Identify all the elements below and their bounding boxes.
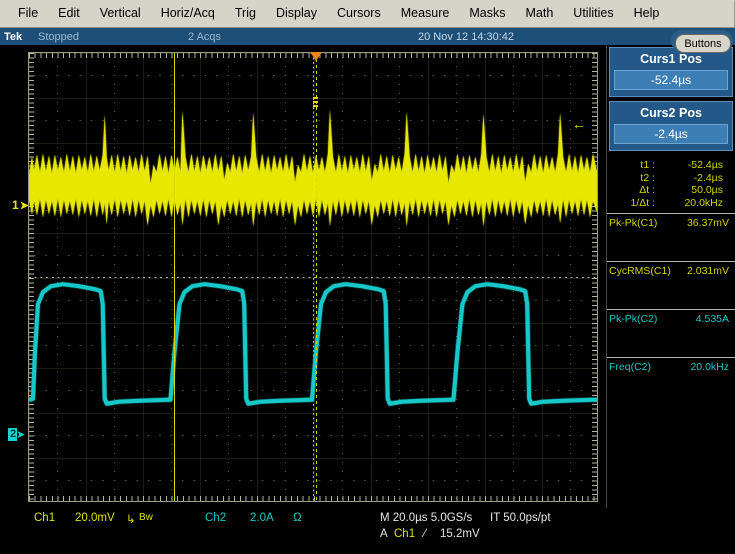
menu-item-file[interactable]: File (8, 0, 48, 27)
readout-row-t1: t1 : -52.4µs (609, 159, 729, 172)
measurement-cycrms-c1[interactable]: CycRMS(C1) 2.031mV (607, 261, 735, 309)
waveform-traces (29, 109, 597, 406)
trigger-position-marker-icon[interactable] (310, 52, 322, 61)
side-menu: Curs1 Pos -52.4µs Curs2 Pos -2.4µs t1 : … (606, 45, 735, 508)
measurement-value-cycrms-c1: 2.031mV (686, 265, 729, 277)
ch2-trace (29, 282, 597, 406)
menu-item-cursors[interactable]: Cursors (327, 0, 391, 27)
ch1-marker-number: 1 (12, 198, 19, 212)
trigger-source-label[interactable]: Ch1 (394, 528, 415, 540)
measurement-label-freq-c2: Freq(C2) (609, 361, 652, 373)
ch2-position-marker[interactable]: 2 ➤ (8, 428, 25, 441)
readout-value-t1: -52.4µs (687, 159, 723, 171)
menu-item-display[interactable]: Display (266, 0, 327, 27)
acq-count-label: 2 Acqs (188, 30, 222, 43)
cursor-readout-block: t1 : -52.4µs t2 : -2.4µs Δt : 50.0µs 1/Δ… (607, 157, 735, 213)
menu-bar: File Edit Vertical Horiz/Acq Trig Displa… (0, 0, 735, 28)
measurement-label-pk-pk-c1: Pk-Pk(C1) (609, 217, 658, 229)
curs1-pos-title: Curs1 Pos (640, 52, 702, 66)
readout-value-inv-delta-t: 20.0kHz (684, 196, 723, 209)
bottom-row-trigger: A Ch1 ⁄ 15.2mV (0, 528, 735, 543)
cursor-1-line[interactable] (174, 53, 175, 501)
measurement-freq-c2[interactable]: Freq(C2) 20.0kHz (607, 357, 735, 405)
readout-row-inv-delta-t: 1/Δt : 20.0kHz (609, 197, 729, 210)
measurement-pk-pk-c1[interactable]: Pk-Pk(C1) 36.37mV (607, 213, 735, 261)
measurement-value-pk-pk-c2: 4.535A (695, 313, 729, 325)
waveform-display[interactable]: 1➤ 2 ➤ ← (0, 45, 606, 508)
measurement-label-cycrms-c1: CycRMS(C1) (609, 265, 671, 277)
ch2-label[interactable]: Ch2 (205, 512, 226, 524)
menu-item-edit[interactable]: Edit (48, 0, 90, 27)
ch1-bandwidth-label[interactable]: Bw (139, 512, 153, 523)
trigger-tick-icon (313, 97, 318, 108)
ch1-label[interactable]: Ch1 (34, 512, 55, 524)
trigger-a-label: A (380, 528, 388, 540)
readout-label-t2: t2 : (640, 171, 655, 184)
menu-item-masks[interactable]: Masks (459, 0, 515, 27)
menu-item-vertical[interactable]: Vertical (90, 0, 151, 27)
horizontal-main-settings[interactable]: M 20.0µs 5.0GS/s (380, 512, 472, 524)
interpolation-rate[interactable]: IT 50.0ps/pt (490, 512, 551, 524)
ch1-position-marker[interactable]: 1➤ (12, 198, 29, 212)
trigger-level-value[interactable]: 15.2mV (440, 528, 480, 540)
status-bar: Tek Stopped 2 Acqs 20 Nov 12 14:30:42 (0, 28, 735, 45)
bottom-row-channels: Ch1 20.0mV ↳ Bw Ch2 2.0A Ω M 20.0µs 5.0G… (0, 512, 735, 527)
measurement-label-pk-pk-c2: Pk-Pk(C2) (609, 313, 658, 325)
menu-item-measure[interactable]: Measure (391, 0, 460, 27)
curs2-pos-value[interactable]: -2.4µs (614, 124, 728, 144)
oscilloscope-screen: File Edit Vertical Horiz/Acq Trig Displa… (0, 0, 735, 554)
readout-label-t1: t1 : (640, 159, 655, 171)
curs2-pos-panel[interactable]: Curs2 Pos -2.4µs (609, 101, 733, 151)
curs1-pos-panel[interactable]: Curs1 Pos -52.4µs (609, 47, 733, 97)
menu-item-utilities[interactable]: Utilities (563, 0, 623, 27)
ch1-scale-value[interactable]: 20.0mV (75, 512, 115, 524)
measurement-value-pk-pk-c1: 36.37mV (686, 217, 729, 229)
curs2-pos-title: Curs2 Pos (640, 106, 702, 120)
readout-value-t2: -2.4µs (693, 171, 723, 184)
ch2-marker-arrow-icon: ➤ (16, 429, 26, 441)
trigger-level-arrow-icon: ← (572, 116, 586, 132)
ch2-scale-value[interactable]: 2.0A (250, 512, 274, 524)
run-state-label[interactable]: Stopped (38, 31, 188, 43)
graticule[interactable] (28, 52, 598, 502)
readout-label-delta-t: Δt : (639, 184, 655, 196)
trigger-slope-icon[interactable]: ⁄ (424, 528, 426, 540)
curs1-pos-value[interactable]: -52.4µs (614, 70, 728, 90)
brand-label: Tek (4, 30, 23, 43)
readout-row-t2: t2 : -2.4µs (609, 172, 729, 185)
readout-row-delta-t: Δt : 50.0µs (609, 184, 729, 197)
readout-label-inv-delta-t: 1/Δt : (630, 196, 655, 209)
menu-item-trig[interactable]: Trig (225, 0, 266, 27)
measurement-pk-pk-c2[interactable]: Pk-Pk(C2) 4.535A (607, 309, 735, 357)
menu-item-horiz-acq[interactable]: Horiz/Acq (151, 0, 225, 27)
measurement-value-freq-c2: 20.0kHz (690, 361, 729, 373)
menu-item-help[interactable]: Help (624, 0, 670, 27)
menu-item-math[interactable]: Math (516, 0, 564, 27)
ch1-coupling-icon[interactable]: ↳ (126, 512, 136, 526)
readout-value-delta-t: 50.0µs (691, 184, 723, 196)
ch2-coupling-icon[interactable]: Ω (293, 512, 302, 524)
ch1-trace (29, 109, 597, 227)
buttons-tab[interactable]: Buttons (675, 34, 731, 53)
cursor-2-line[interactable] (316, 53, 317, 501)
bottom-readout-bar: Ch1 20.0mV ↳ Bw Ch2 2.0A Ω M 20.0µs 5.0G… (0, 508, 735, 554)
